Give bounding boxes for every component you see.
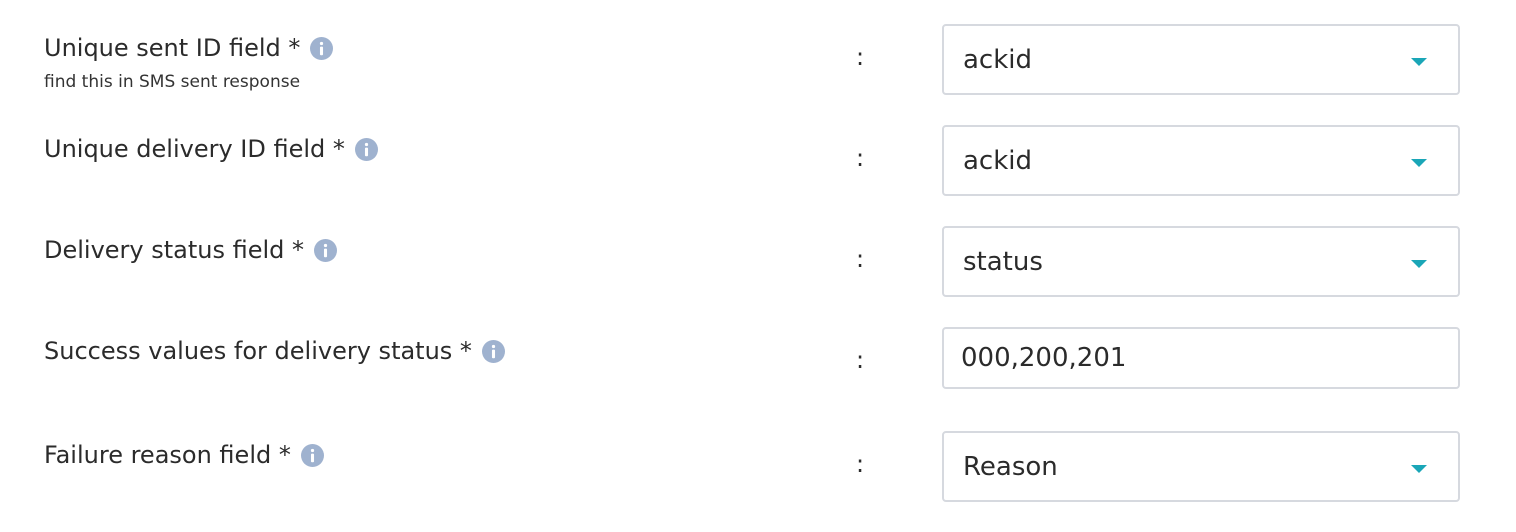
unique-delivery-id-label: Unique delivery ID field * [44,135,345,163]
separator-colon: : [856,144,865,172]
success-values-label: Success values for delivery status * [44,337,472,365]
field-label: Failure reason field * [44,440,324,470]
separator-colon: : [856,245,865,273]
failure-reason-select[interactable]: Reason [942,431,1460,502]
info-icon[interactable] [481,339,505,363]
field-label: Unique delivery ID field * [44,134,378,164]
chevron-down-icon[interactable] [1411,159,1427,167]
field-label: Unique sent ID field * [44,33,334,63]
delivery-status-select[interactable]: status [942,226,1460,297]
chevron-down-icon[interactable] [1411,260,1427,268]
info-icon[interactable] [314,238,338,262]
unique-delivery-id-select[interactable]: ackid [942,125,1460,196]
field-label: Delivery status field * [44,235,338,265]
separator-colon: : [856,346,865,374]
field-label: Success values for delivery status * [44,336,505,366]
select-value: ackid [963,45,1033,75]
separator-colon: : [856,450,865,478]
chevron-down-icon[interactable] [1411,465,1427,473]
success-values-input[interactable] [942,327,1460,389]
select-value: ackid [963,146,1033,176]
info-icon[interactable] [300,443,324,467]
delivery-status-label: Delivery status field * [44,236,305,264]
unique-sent-id-hint: find this in SMS sent response [44,72,301,92]
chevron-down-icon[interactable] [1411,58,1427,66]
select-value: Reason [963,452,1058,482]
failure-reason-label: Failure reason field * [44,441,291,469]
info-icon[interactable] [310,36,334,60]
unique-sent-id-select[interactable]: ackid [942,24,1460,95]
separator-colon: : [856,43,865,71]
info-icon[interactable] [354,137,378,161]
select-value: status [963,247,1043,277]
unique-sent-id-label: Unique sent ID field * [44,34,301,62]
